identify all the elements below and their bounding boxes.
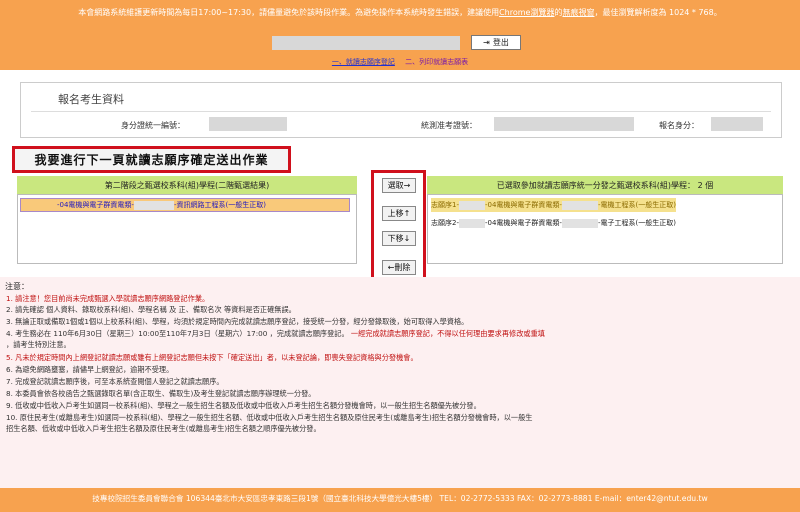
step-print-link[interactable]: 二、列印就讀志願表 xyxy=(405,58,468,66)
logout-label: 登出 xyxy=(492,38,509,47)
incognito-link[interactable]: 無痕視窗 xyxy=(562,8,594,17)
priority-label: 志願序2- xyxy=(431,219,459,227)
note-item: 9. 低收或中低收入戶考生如選同一校系科(組)、學程之一般生招生名額及低收或中低… xyxy=(6,401,481,410)
note-item: 1. 請注意！您目前尚未完成甄選入學就讀志願序網路登記作業。 xyxy=(6,294,210,303)
move-up-button[interactable]: 上移↑ xyxy=(382,206,416,221)
group-label: -04電機與電子群資電類- xyxy=(484,219,562,227)
identity-label: 報名身分： xyxy=(659,121,699,130)
exam-no-value-redacted xyxy=(494,117,634,131)
logout-icon: ⇥ xyxy=(483,38,490,47)
redacted-school xyxy=(458,218,485,228)
selected-header-text: 已選取參加就讀志願序統一分發之甄選校系科(組)學程： xyxy=(496,180,696,190)
selected-listbox[interactable]: 志願序1- -04電機與電子群資電類- -電機工程系(一般生正取) 志願序2- -04… xyxy=(427,194,783,264)
move-down-button[interactable]: 下移↓ xyxy=(382,231,416,246)
candidate-listbox[interactable]: -04電機與電子群資電類- -資訊網路工程系(一般生正取) xyxy=(17,194,357,264)
id-value-redacted xyxy=(209,117,287,131)
delete-button[interactable]: ←刪除 xyxy=(382,260,416,275)
redacted-school xyxy=(133,200,174,210)
selected-count: 2 個 xyxy=(697,180,714,190)
department-label: -電子工程系(一般生正取) xyxy=(597,219,676,227)
note-item: 6. 為避免網路壅塞，請儘早上網登記，逾期不受理。 xyxy=(6,365,174,374)
maintenance-notice: 本會網路系統維護更新時間為每日17:00~17:30，請儘量避免於該時段作業。為… xyxy=(0,6,800,19)
control-button-group: 選取→ 上移↑ 下移↓ ←刪除 xyxy=(371,170,426,280)
profile-title: 報名考生資料 xyxy=(58,93,124,106)
note-item: 4. 考生務必在 110年6月30日（星期三）10:00至110年7月3日（星期… xyxy=(6,328,545,339)
note-text: 4. 考生務必在 110年6月30日（星期三）10:00至110年7月3日（星期… xyxy=(6,329,349,338)
redacted-school xyxy=(458,200,485,210)
candidate-suffix: -資訊網路工程系(一般生正取) xyxy=(173,201,266,209)
note-item: 招生名額、低收或中低收入戶考生招生名額及原住民考生(或離島考生)招生名額之順序優… xyxy=(6,424,321,433)
notice-text-end: ，最佳瀏覽解析度為 1024 * 768。 xyxy=(594,8,722,17)
selected-item[interactable]: 志願序1- -04電機與電子群資電類- -電機工程系(一般生正取) xyxy=(431,198,676,212)
candidate-prefix: -04電機與電子群資電類- xyxy=(57,201,134,209)
note-item: 2. 請先確認 個人資料、錄取校系科(組)、學程名稱 及 正、備取名次 等資料是… xyxy=(6,305,296,314)
candidate-list-header: 第二階段之甄選校系科(組)學程(二階甄選結果) xyxy=(17,176,357,194)
selected-list-header: 已選取參加就讀志願序統一分發之甄選校系科(組)學程： 2 個 xyxy=(427,176,783,194)
next-page-submit-button[interactable]: 我要進行下一頁就讀志願序確定送出作業 xyxy=(12,146,291,173)
select-button[interactable]: 選取→ xyxy=(382,178,416,193)
divider xyxy=(31,111,771,112)
step-nav: 一、就讀志願序登記 二、列印就讀志願表 xyxy=(0,57,800,67)
notes-section: 注意： 1. 請注意！您目前尚未完成甄選入學就讀志願序網路登記作業。 2. 請先… xyxy=(0,277,800,489)
identity-value-redacted xyxy=(711,117,763,131)
profile-card: 報名考生資料 身分證統一編號： 統測准考證號： 報名身分： xyxy=(20,82,782,138)
note-item: 10. 原住民考生(或離島考生)如選同一校系科(組)、學程之一般生招生名額、低收… xyxy=(6,413,533,422)
footer-contact: 技專校院招生委員會聯合會 106344臺北市大安區忠孝東路三段1號（國立臺北科技… xyxy=(0,488,800,512)
selected-item[interactable]: 志願序2- -04電機與電子群資電類- -電子工程系(一般生正取) xyxy=(431,216,676,230)
notes-title: 注意： xyxy=(5,282,29,291)
note-item: ，請考生特別注意。 xyxy=(6,340,71,349)
note-item: 5. 凡未於規定時間內上網登記就讀志願或雖有上網登記志願但未按下「確定送出」者，… xyxy=(6,353,418,362)
priority-label: 志願序1- xyxy=(431,201,459,209)
group-label: -04電機與電子群資電類- xyxy=(484,201,562,209)
candidate-item[interactable]: -04電機與電子群資電類- -資訊網路工程系(一般生正取) xyxy=(20,198,350,212)
redacted-school xyxy=(561,218,598,228)
note-item: 3. 無論正取或備取1個或1個以上校系科(組)、學程，均須於規定時間內完成就讀志… xyxy=(6,317,469,326)
step-register-link[interactable]: 一、就讀志願序登記 xyxy=(332,58,395,66)
department-label: -電機工程系(一般生正取) xyxy=(597,201,676,209)
redacted-school xyxy=(561,200,598,210)
exam-no-label: 統測准考證號： xyxy=(421,121,477,130)
note-item: 8. 本委員會依各校函告之甄選錄取名單(含正取生、備取生)及考生登記就讀志願序辦… xyxy=(6,389,316,398)
logout-button[interactable]: ⇥ 登出 xyxy=(471,35,521,50)
note-warning-text: 一經完成就讀志願序登記，不得以任何理由要求再修改或重填 xyxy=(348,329,545,338)
user-info-redacted xyxy=(272,36,460,50)
notice-text: 本會網路系統維護更新時間為每日17:00~17:30，請儘量避免於該時段作業。為… xyxy=(78,8,500,17)
id-label: 身分證統一編號： xyxy=(121,121,185,130)
chrome-link[interactable]: Chrome瀏覽器 xyxy=(499,8,554,17)
note-item: 7. 完成登記就讀志願序後，可至本系統查閱個人登記之就讀志願序。 xyxy=(6,377,224,386)
